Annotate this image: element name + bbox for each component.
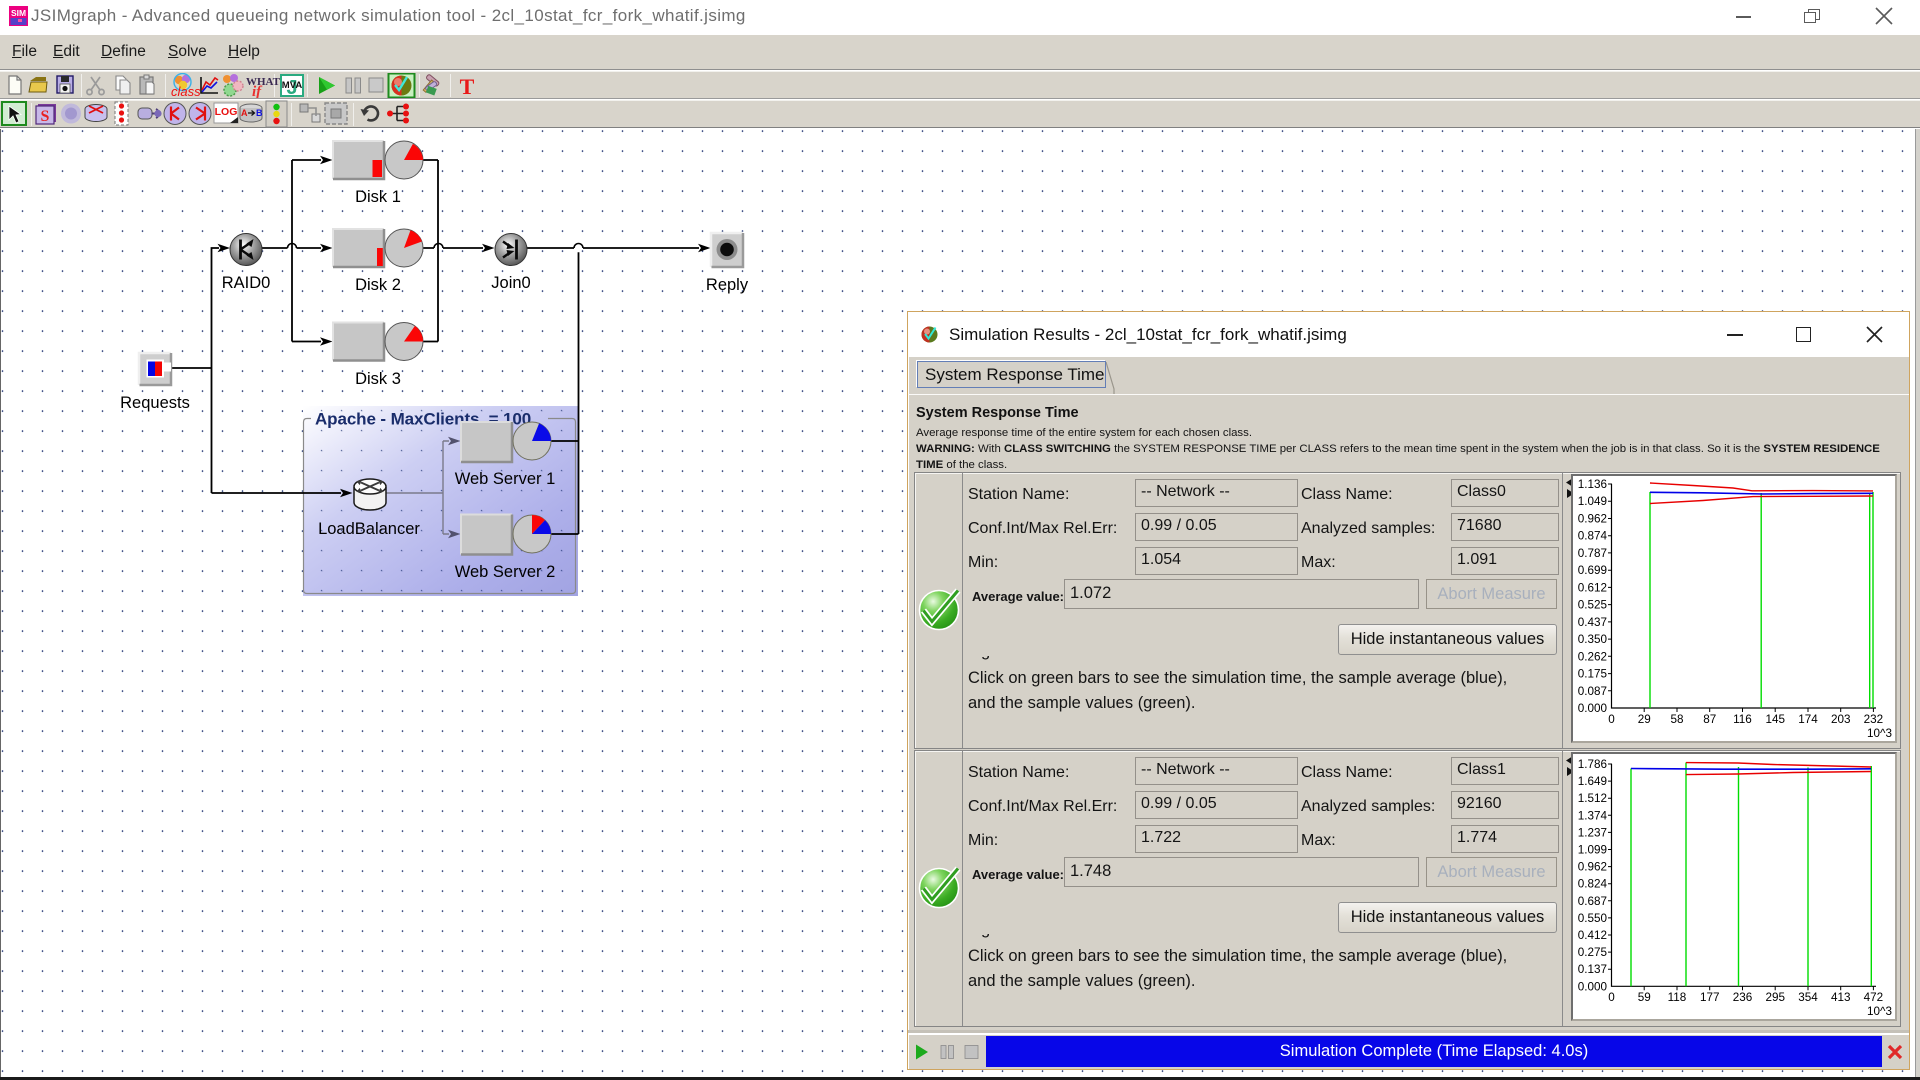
svg-text:0.699: 0.699 xyxy=(1578,564,1607,577)
svg-text:203: 203 xyxy=(1831,713,1851,726)
svg-text:RAID0: RAID0 xyxy=(222,274,271,292)
svg-text:10^3: 10^3 xyxy=(1867,727,1892,740)
svg-text:87: 87 xyxy=(1703,713,1716,726)
svg-text:Join0: Join0 xyxy=(491,274,530,292)
svg-text:295: 295 xyxy=(1765,991,1785,1004)
svg-text:1.512: 1.512 xyxy=(1578,792,1607,805)
svg-text:0.550: 0.550 xyxy=(1578,912,1608,925)
svg-text:0.824: 0.824 xyxy=(1578,878,1608,891)
svg-text:0.262: 0.262 xyxy=(1578,650,1607,663)
svg-text:0.612: 0.612 xyxy=(1578,581,1607,594)
svg-text:Disk 1: Disk 1 xyxy=(355,188,401,206)
svg-text:59: 59 xyxy=(1638,991,1651,1004)
svg-text:1.374: 1.374 xyxy=(1578,809,1608,822)
svg-text:Disk 3: Disk 3 xyxy=(355,370,401,388)
svg-text:472: 472 xyxy=(1864,991,1884,1004)
svg-text:0.874: 0.874 xyxy=(1578,530,1608,543)
svg-text:1.237: 1.237 xyxy=(1578,826,1607,839)
svg-text:1.649: 1.649 xyxy=(1578,775,1607,788)
svg-text:118: 118 xyxy=(1668,991,1687,1004)
svg-text:0.412: 0.412 xyxy=(1578,929,1607,942)
svg-text:0.275: 0.275 xyxy=(1578,946,1608,959)
svg-text:Requests: Requests xyxy=(120,394,190,412)
svg-text:0.175: 0.175 xyxy=(1578,668,1608,681)
svg-text:174: 174 xyxy=(1798,713,1818,726)
svg-text:0.962: 0.962 xyxy=(1578,513,1607,526)
svg-text:0.000: 0.000 xyxy=(1578,980,1608,993)
svg-text:145: 145 xyxy=(1765,713,1785,726)
svg-text:0.000: 0.000 xyxy=(1578,702,1608,715)
svg-text:413: 413 xyxy=(1831,991,1851,1004)
svg-text:1.136: 1.136 xyxy=(1578,478,1607,491)
svg-text:0.137: 0.137 xyxy=(1578,963,1607,976)
svg-text:0.350: 0.350 xyxy=(1578,633,1608,646)
svg-text:1.049: 1.049 xyxy=(1578,495,1607,508)
svg-text:Reply: Reply xyxy=(706,276,749,294)
svg-text:LoadBalancer: LoadBalancer xyxy=(318,520,420,538)
svg-text:232: 232 xyxy=(1864,713,1884,726)
svg-text:Web Server 2: Web Server 2 xyxy=(455,563,556,581)
svg-text:354: 354 xyxy=(1798,991,1818,1004)
svg-text:Disk 2: Disk 2 xyxy=(355,276,401,294)
svg-text:0.962: 0.962 xyxy=(1578,861,1607,874)
svg-text:1.099: 1.099 xyxy=(1578,844,1607,857)
svg-text:0.087: 0.087 xyxy=(1578,685,1607,698)
svg-text:0.787: 0.787 xyxy=(1578,547,1607,560)
svg-text:0.687: 0.687 xyxy=(1578,895,1607,908)
svg-text:0: 0 xyxy=(1608,991,1615,1004)
svg-text:Web Server 1: Web Server 1 xyxy=(455,470,556,488)
svg-text:0.437: 0.437 xyxy=(1578,616,1607,629)
svg-text:0.525: 0.525 xyxy=(1578,599,1608,612)
svg-text:10^3: 10^3 xyxy=(1867,1005,1892,1018)
svg-text:236: 236 xyxy=(1733,991,1753,1004)
svg-text:0: 0 xyxy=(1608,713,1615,726)
svg-text:29: 29 xyxy=(1638,713,1651,726)
svg-text:177: 177 xyxy=(1700,991,1720,1004)
svg-text:58: 58 xyxy=(1670,713,1683,726)
svg-text:1.786: 1.786 xyxy=(1578,758,1607,771)
svg-text:116: 116 xyxy=(1733,713,1752,726)
